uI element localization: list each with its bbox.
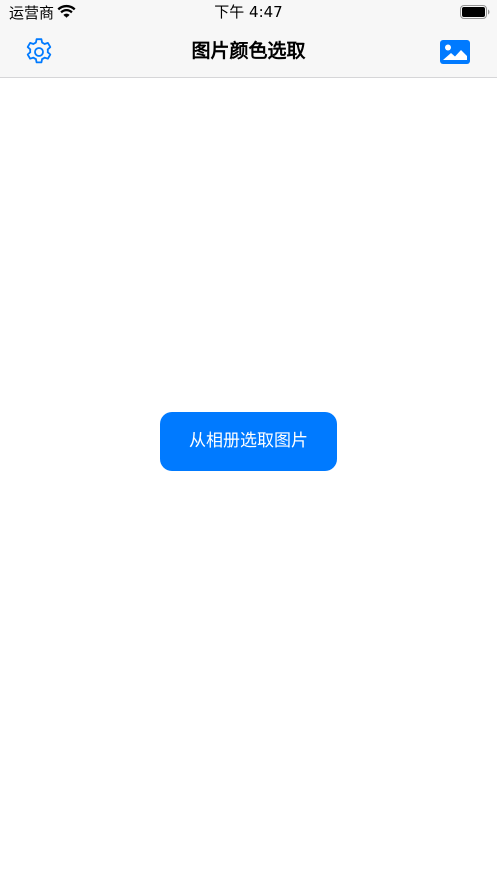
battery-icon bbox=[460, 5, 490, 19]
pick-from-album-button[interactable]: 从相册选取图片 bbox=[160, 412, 337, 471]
status-bar: 运营商 下午 4:47 bbox=[0, 0, 497, 26]
main-content: 从相册选取图片 bbox=[0, 78, 497, 883]
photo-library-button[interactable] bbox=[437, 36, 473, 68]
photo-icon bbox=[440, 40, 470, 64]
navigation-bar: 图片颜色选取 bbox=[0, 26, 497, 78]
page-title: 图片颜色选取 bbox=[191, 40, 306, 62]
status-time: 下午 4:47 bbox=[214, 3, 283, 21]
